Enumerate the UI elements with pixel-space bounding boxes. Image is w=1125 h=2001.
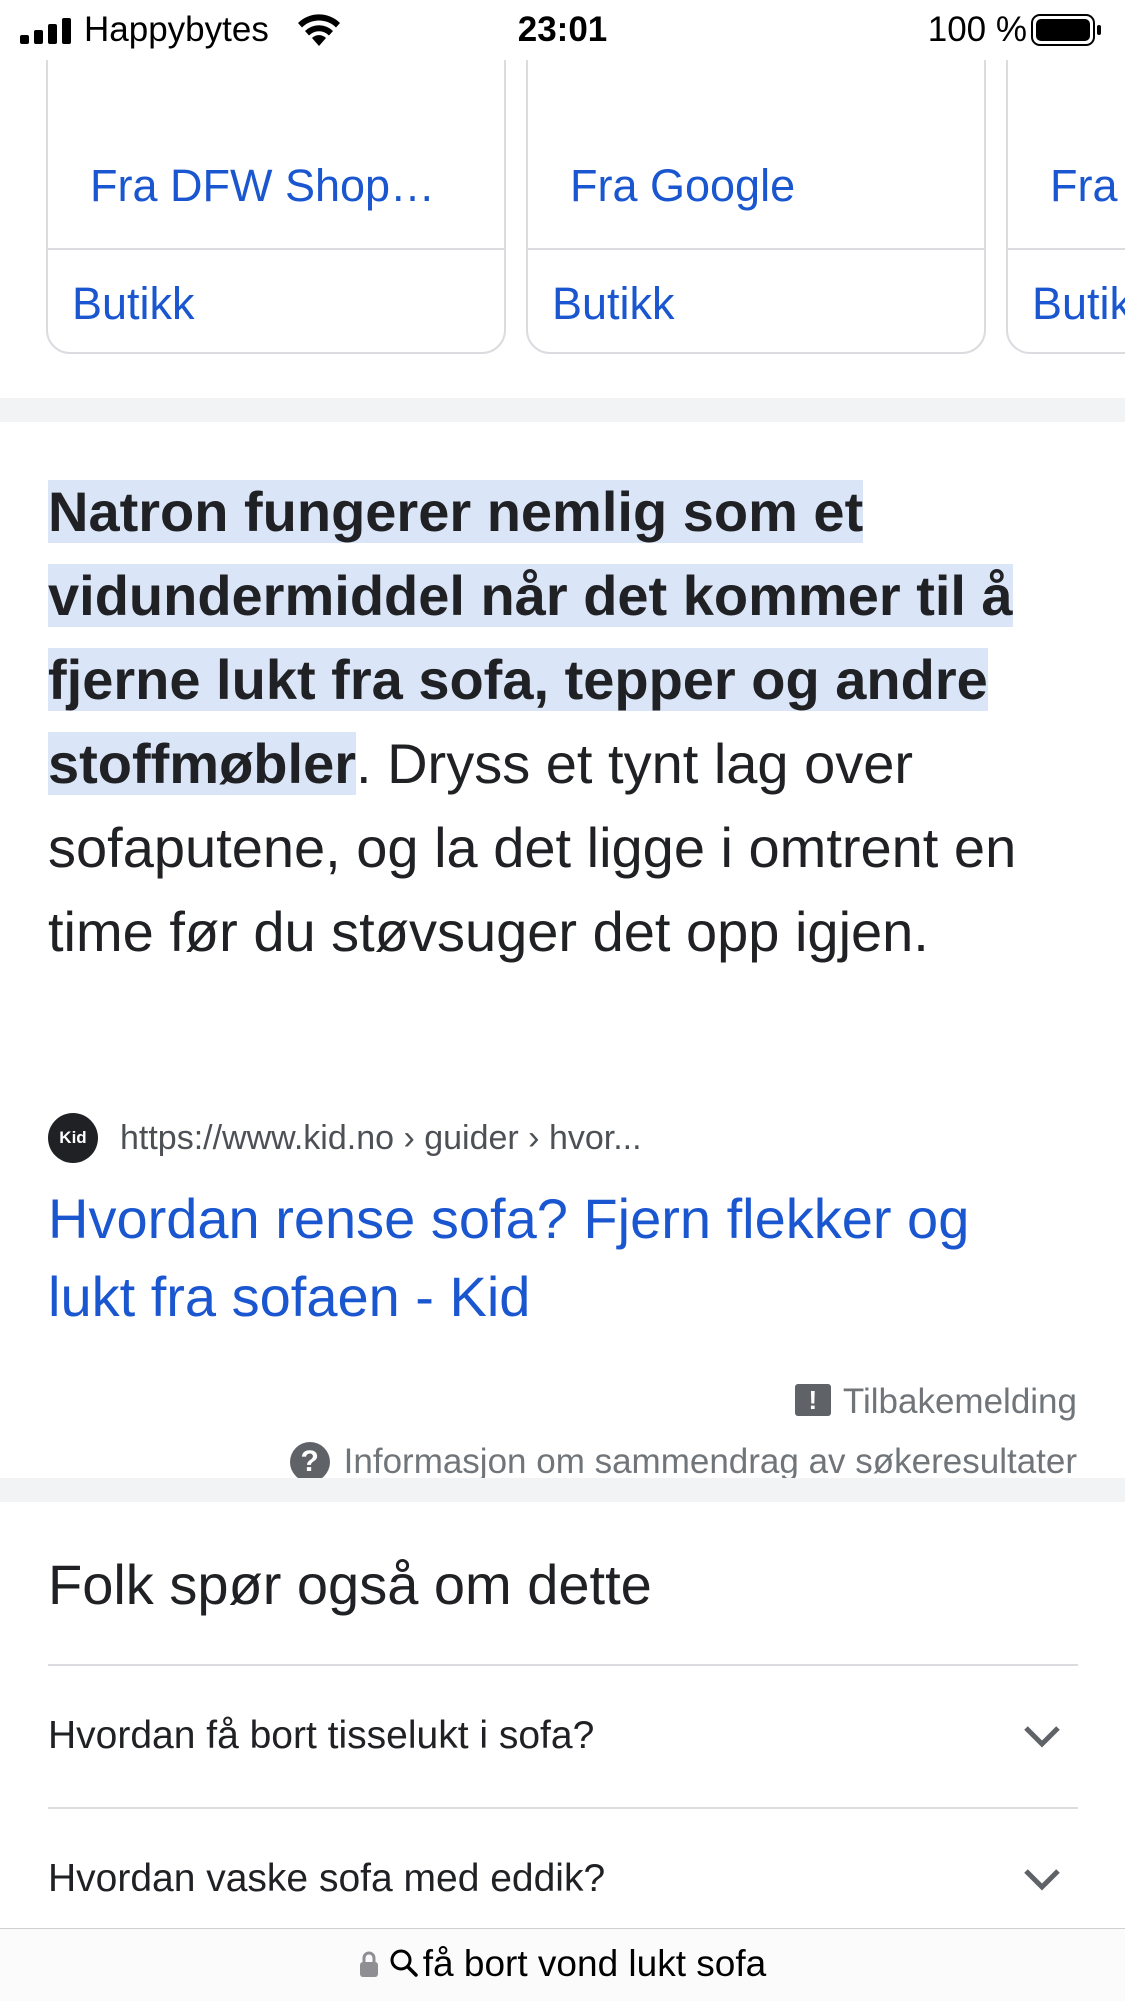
- shopping-card[interactable]: Fra DFW Shop… Butikk: [46, 60, 506, 354]
- paa-question[interactable]: Hvordan få bort tisselukt i sofa?: [48, 1714, 594, 1758]
- status-bar: Happybytes 23:01 100 %: [0, 0, 1125, 60]
- address-bar-content[interactable]: få bort vond lukt sofa: [0, 1943, 1125, 1985]
- card-divider: [48, 248, 504, 250]
- lock-icon: [359, 1951, 378, 1978]
- feedback-icon: !: [794, 1383, 831, 1416]
- help-icon: ?: [289, 1442, 330, 1478]
- card-source-link[interactable]: Fra: [1050, 160, 1125, 212]
- source-url[interactable]: https://www.kid.no › guider › hvor...: [120, 1119, 642, 1158]
- card-store-button[interactable]: Butikk: [72, 278, 195, 330]
- address-bar[interactable]: få bort vond lukt sofa: [0, 1928, 1125, 2001]
- battery-icon: [1031, 14, 1101, 46]
- shopping-card[interactable]: Fra Google Butikk: [526, 60, 986, 354]
- card-store-button[interactable]: Butikk: [552, 278, 675, 330]
- chevron-down-icon[interactable]: [1022, 1867, 1062, 1893]
- shopping-cards-carousel: Fra DFW Shop… Butikk Fra Google Butikk F…: [0, 60, 1125, 360]
- people-also-ask-title: Folk spør også om dette: [48, 1553, 652, 1616]
- paa-question-item[interactable]: Hvordan få bort tisselukt i sofa?: [48, 1666, 1078, 1806]
- search-query: få bort vond lukt sofa: [422, 1943, 767, 1984]
- battery-percentage: 100 %: [927, 10, 1027, 49]
- about-snippets-label: Informasjon om sammendrag av søkeresulta…: [343, 1442, 1077, 1478]
- feedback-label: Tilbakemelding: [842, 1382, 1077, 1421]
- section-divider: [0, 398, 1125, 422]
- card-store-button[interactable]: Butikk: [1032, 278, 1125, 330]
- shopping-card[interactable]: Fra Butikk: [1006, 60, 1125, 354]
- card-source-link[interactable]: Fra DFW Shop…: [90, 160, 490, 212]
- card-source-link[interactable]: Fra Google: [570, 160, 970, 212]
- paa-question[interactable]: Hvordan vaske sofa med eddik?: [48, 1857, 605, 1901]
- chevron-down-icon[interactable]: [1022, 1724, 1062, 1750]
- card-divider: [1008, 248, 1125, 250]
- kid-favicon-icon: Kid: [48, 1113, 98, 1163]
- featured-snippet-text: Natron fungerer nemlig som et vidundermi…: [48, 470, 1088, 974]
- section-divider: [0, 1478, 1125, 1502]
- result-title-link[interactable]: Hvordan rense sofa? Fjern flekker og luk…: [48, 1180, 1068, 1336]
- search-icon: [390, 1949, 418, 1977]
- card-divider: [528, 248, 984, 250]
- feedback-button[interactable]: ! Tilbakemelding: [794, 1382, 1077, 1422]
- about-snippets-link[interactable]: ? Informasjon om sammendrag av søkeresult…: [289, 1442, 1077, 1478]
